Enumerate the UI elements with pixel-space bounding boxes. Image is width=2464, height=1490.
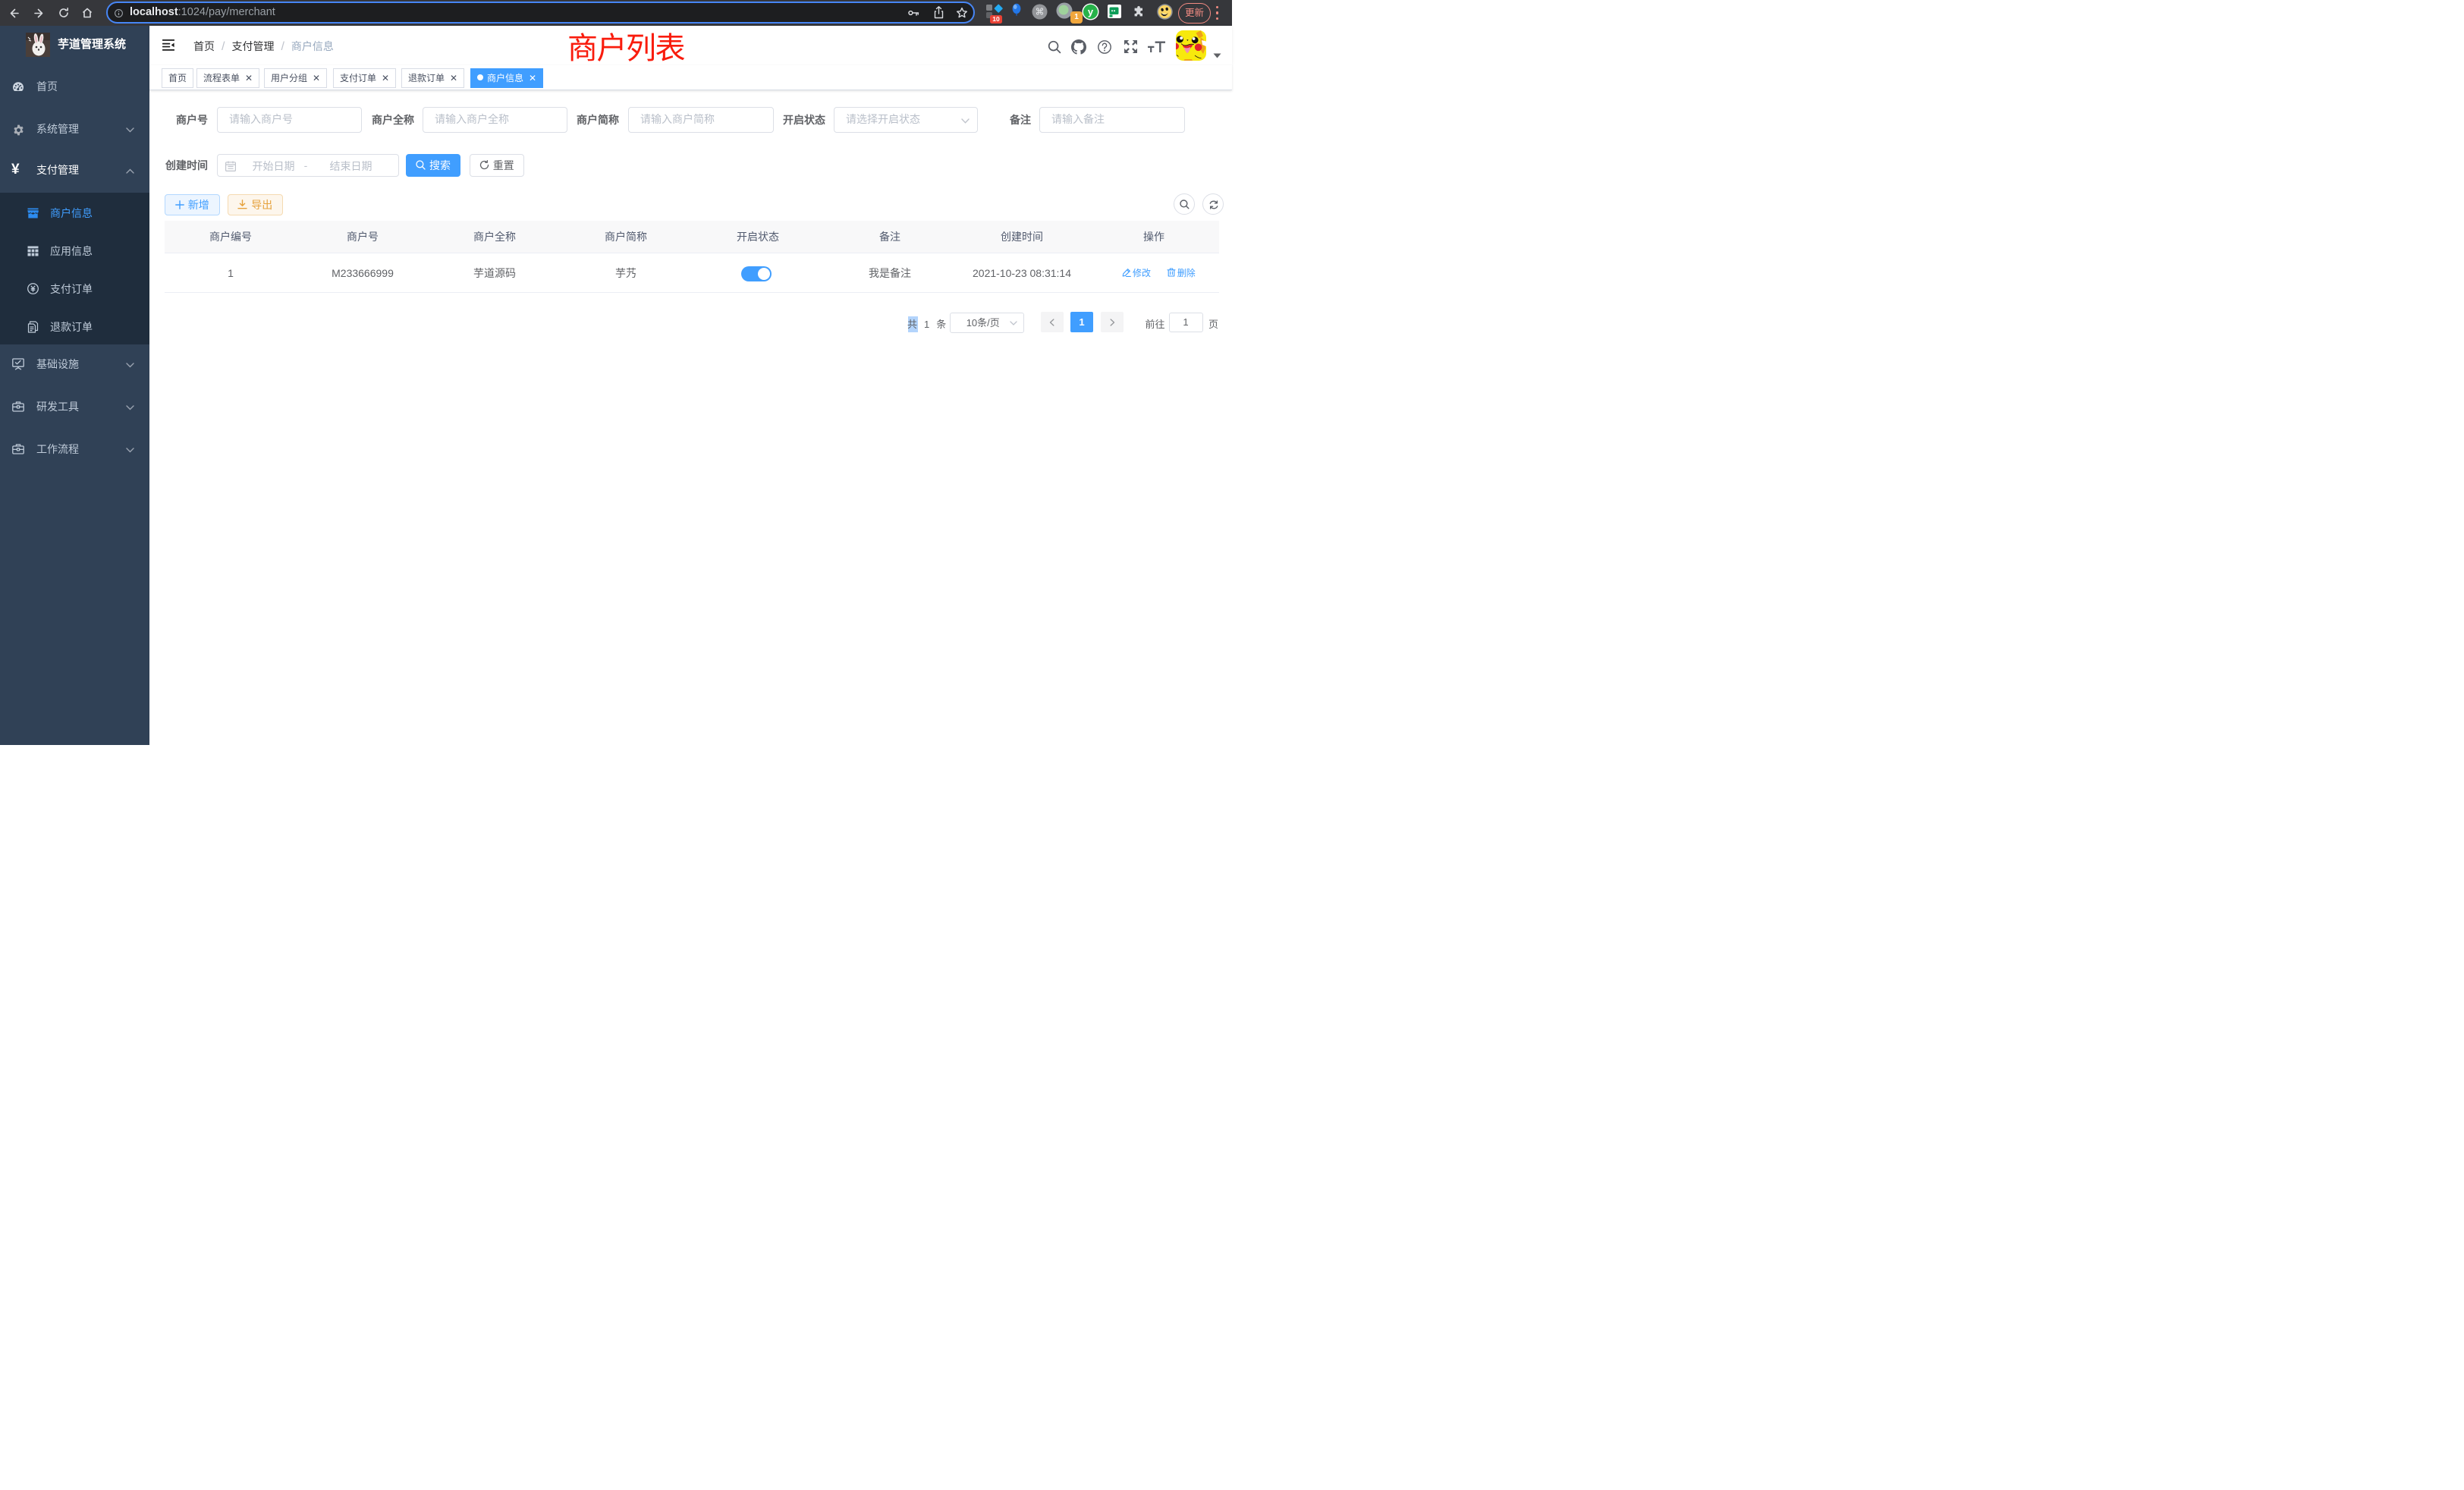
svg-text:y: y	[1088, 6, 1094, 17]
svg-text:⌘: ⌘	[1036, 7, 1045, 17]
